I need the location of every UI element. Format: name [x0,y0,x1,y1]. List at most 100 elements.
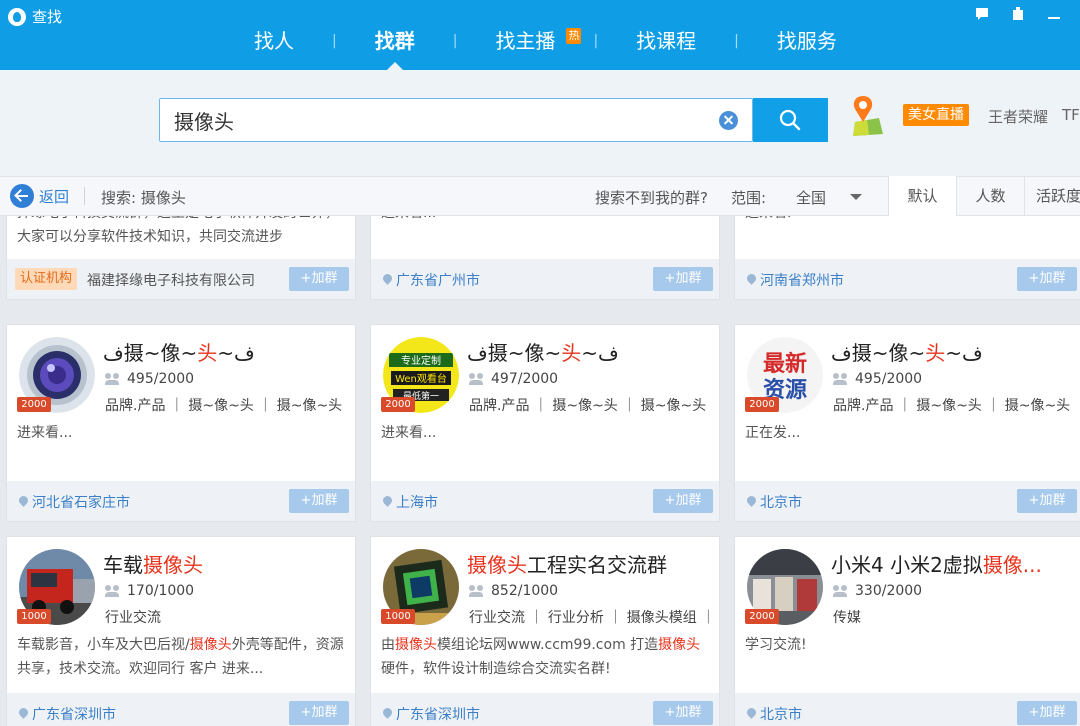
search-input[interactable] [174,99,714,141]
join-group-button[interactable]: +加群 [653,267,713,291]
group-card[interactable]: 2000 ف摄~像~头~ف 495/2000 品牌.产品 ｜ 摄~像~头 ｜ 摄… [6,324,356,522]
group-name[interactable]: 车载摄像头 [103,549,349,578]
chevron-down-icon[interactable] [850,194,862,200]
join-group-button[interactable]: +加群 [1017,489,1077,513]
capacity-badge: 2000 [745,397,779,412]
join-group-button[interactable]: +加群 [289,267,349,291]
capacity-badge: 2000 [17,397,51,412]
card-footer: 北京市 +加群 [735,693,1080,726]
avatar-text: 专业定制 [401,354,441,367]
group-card[interactable]: 专业定制 Wen观看台 最低第一 2000 ف摄~像~头~ف 497/2000 … [370,324,720,522]
minimize-icon[interactable] [1046,6,1064,22]
tab-find-groups[interactable]: 找群 [371,26,419,70]
group-name[interactable]: 摄像头工程实名交流群 [467,549,713,578]
skin-icon[interactable] [1010,6,1028,22]
tab-label: 找主播 [495,29,556,53]
scope-select[interactable]: 全国 [796,187,826,208]
hot-search-link[interactable]: 王者荣耀 [988,106,1048,127]
group-card[interactable]: 1000 摄像头工程实名交流群 852/1000 行业交流 ｜ 行业分析 ｜ 摄… [370,536,720,726]
name-highlight: 摄像头 [143,553,203,577]
join-group-button[interactable]: +加群 [1017,267,1077,291]
card-footer: 上海市 +加群 [371,481,719,521]
group-location: 广东省深圳市 [19,704,116,724]
clear-search-icon[interactable] [719,111,738,130]
group-card[interactable]: 择缘电子科技交流群，这里是电子软件开发的世界，大家可以分享软件技术知识，共同交流… [6,216,356,300]
group-name[interactable]: ف摄~像~头~ف [467,337,713,366]
app-title-area: 查找 [8,6,62,27]
group-tags: 行业交流 [105,610,161,626]
name-text: 小米4 小米2虚拟 [831,553,983,577]
capacity-badge: 2000 [745,609,779,624]
card-footer: 河北省石家庄市 +加群 [7,481,355,521]
location-pin-icon [747,708,756,721]
group-card[interactable]: 进来看... 广东省广州市 +加群 [370,216,720,300]
desc-text: 由 [381,637,395,653]
tab-find-services[interactable]: 找服务 [773,26,841,70]
tab-find-streamers[interactable]: 找主播 热 [491,26,582,70]
group-location: 广东省深圳市 [383,704,480,724]
live-promo-badge[interactable]: 美女直播 [903,104,969,126]
join-group-button[interactable]: +加群 [289,489,349,513]
search-area: 美女直播 王者荣耀 TF [0,70,1080,176]
divider [84,187,85,205]
sort-tab-activity[interactable]: 活跃度 [1024,176,1080,216]
group-description: 进来看... [381,425,437,441]
card-footer: 河南省郑州市 +加群 [735,259,1080,299]
search-icon [779,109,801,131]
group-card[interactable]: 2000 小米4 小米2虚拟摄像... 330/2000 传媒 学习交流! 北京… [734,536,1080,726]
card-footer: 广东省深圳市 +加群 [371,693,719,726]
location-pin-icon [19,496,28,509]
capacity-badge: 1000 [17,609,51,624]
group-card[interactable]: 1000 车载摄像头 170/1000 行业交流 车载影音，小车及大巴后视/摄像… [6,536,356,726]
group-card[interactable]: 最新 资源 2000 ف摄~像~头~ف 495/2000 品牌.产品 ｜ 摄~像… [734,324,1080,522]
name-highlight: 摄像头 [467,553,527,577]
sort-tab-default[interactable]: 默认 [888,176,956,216]
group-description: 车载影音，小车及大巴后视/摄像头外壳等配件，资源共享，技术交流。欢迎同行 客户 … [17,633,347,681]
feedback-icon[interactable] [974,6,992,22]
group-tags: 传媒 [833,610,861,626]
group-description: 进来看. [745,216,1075,225]
group-name[interactable]: 小米4 小米2虚拟摄像... [831,549,1077,578]
name-text: ف摄~像~ [103,341,198,365]
member-count-text: 330/2000 [855,583,923,599]
avatar-text: Wen观看台 [395,372,447,385]
members-icon [469,585,485,597]
group-name[interactable]: ف摄~像~头~ف [103,337,349,366]
hot-search-link[interactable]: TF [1062,106,1080,124]
group-tags: 品牌.产品 ｜ 摄~像~头 ｜ 摄~像~头 [469,398,707,414]
tab-find-people[interactable]: 找人 [250,26,298,70]
location-text: 北京市 [760,495,802,511]
group-tags: 品牌.产品 ｜ 摄~像~头 ｜ 摄~像~头 [105,398,343,414]
group-card[interactable]: 进来看. 河南省郑州市 +加群 [734,216,1080,300]
group-location: 北京市 [747,492,802,512]
desc-highlight: 摄像头 [395,637,437,653]
name-text: ~ف [945,341,983,365]
group-location: 北京市 [747,704,802,724]
active-tab-caret [386,62,403,70]
nav-divider: | [593,33,599,49]
group-name[interactable]: ف摄~像~头~ف [831,337,1077,366]
top-bar: 查找 找人 | 找群 | 找主播 热 | 找课程 | 找服务 [0,0,1080,70]
name-highlight: 头 [925,341,946,365]
back-button[interactable]: 返回 [10,184,69,208]
join-group-button[interactable]: +加群 [653,489,713,513]
search-button[interactable] [753,98,828,142]
group-description: 进来看... [17,425,73,441]
member-count-text: 170/1000 [127,583,195,599]
group-description: 择缘电子科技交流群，这里是电子软件开发的世界，大家可以分享软件技术知识，共同交流… [17,216,339,245]
app-title: 查找 [32,8,63,26]
member-count-text: 495/2000 [855,371,923,387]
member-count: 495/2000 [833,371,922,387]
join-group-button[interactable]: +加群 [653,701,713,725]
members-icon [105,585,121,597]
join-group-button[interactable]: +加群 [1017,701,1077,725]
tab-find-courses[interactable]: 找课程 [632,26,700,70]
name-text: 工程实名交流群 [527,553,667,577]
cannot-find-my-group-link[interactable]: 搜索不到我的群? [595,187,708,208]
desc-highlight: 摄像头 [658,637,701,653]
sort-tab-members[interactable]: 人数 [956,176,1024,216]
join-group-button[interactable]: +加群 [289,701,349,725]
nav-divider: | [734,33,739,49]
capacity-badge: 2000 [381,397,415,412]
location-map-icon[interactable] [849,94,885,138]
